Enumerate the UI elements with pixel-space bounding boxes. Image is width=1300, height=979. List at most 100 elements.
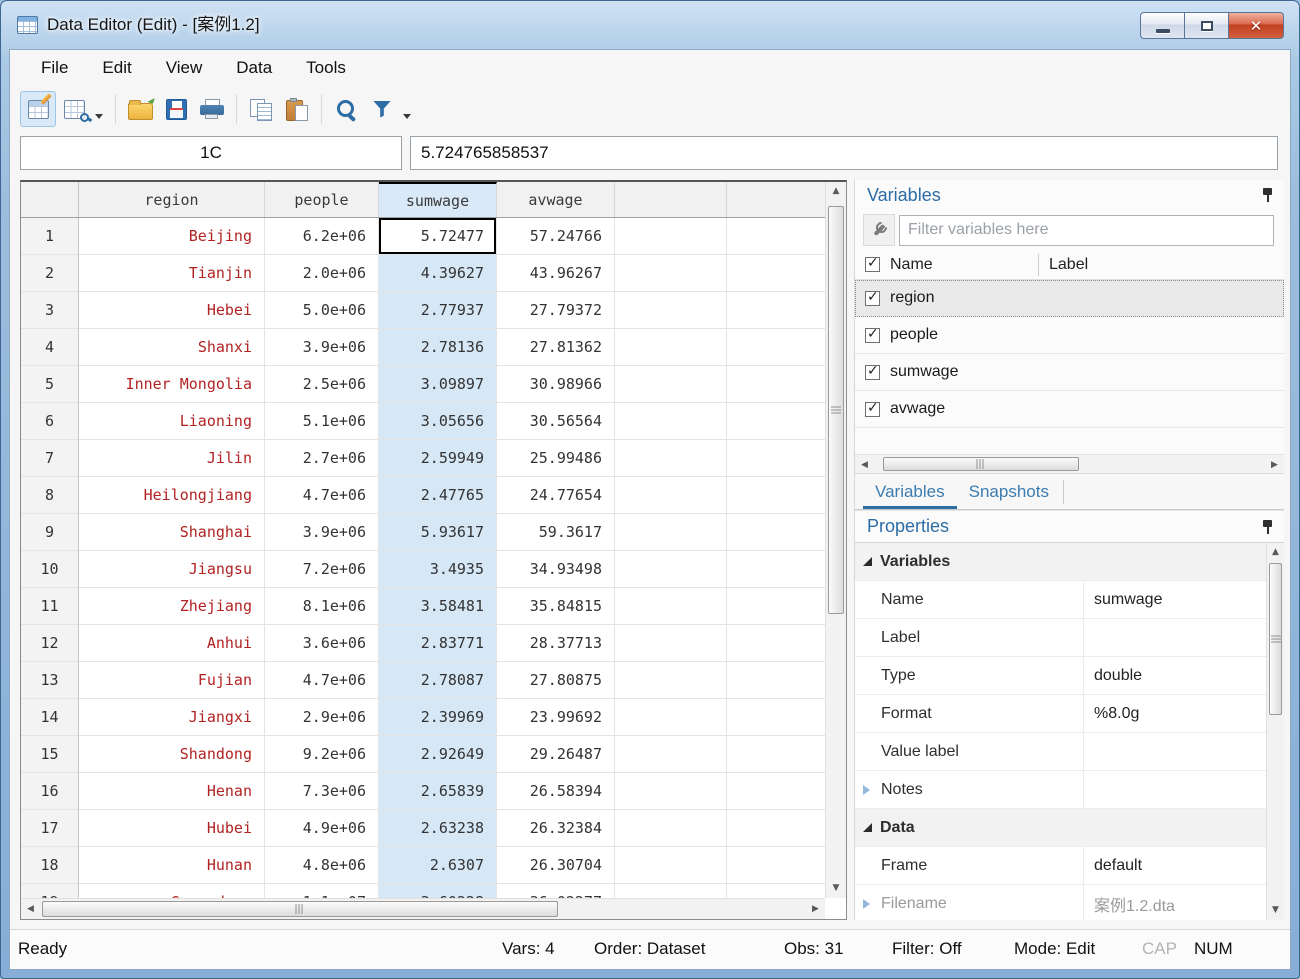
scroll-down-icon[interactable]: ▼ xyxy=(1267,901,1284,920)
cell-people[interactable]: 5.1e+06 xyxy=(265,403,379,440)
row-number-cell[interactable]: 10 xyxy=(21,551,79,588)
expand-triangle-icon[interactable] xyxy=(863,785,870,795)
cell-empty[interactable] xyxy=(615,847,727,884)
menu-item[interactable]: View xyxy=(153,54,216,82)
cell-empty[interactable] xyxy=(615,329,727,366)
variable-tools-button[interactable] xyxy=(863,214,895,246)
cell-people[interactable]: 4.9e+06 xyxy=(265,810,379,847)
row-number-cell[interactable]: 1 xyxy=(21,218,79,255)
save-button[interactable] xyxy=(158,91,194,127)
open-button[interactable] xyxy=(122,91,158,127)
cell-people[interactable]: 2.0e+06 xyxy=(265,255,379,292)
cell-empty[interactable] xyxy=(727,847,825,884)
row-number-cell[interactable]: 5 xyxy=(21,366,79,403)
cell-people[interactable]: 4.8e+06 xyxy=(265,847,379,884)
cell-sumwage[interactable]: 2.6307 xyxy=(379,847,497,884)
cell-empty[interactable] xyxy=(727,625,825,662)
row-number-cell[interactable]: 8 xyxy=(21,477,79,514)
variables-horizontal-scrollbar[interactable]: ◀ ▶ xyxy=(855,454,1284,474)
cell-empty[interactable] xyxy=(727,773,825,810)
cell-sumwage[interactable]: 3.09897 xyxy=(379,366,497,403)
row-number-cell[interactable]: 4 xyxy=(21,329,79,366)
cell-people[interactable]: 3.9e+06 xyxy=(265,329,379,366)
cell-empty[interactable] xyxy=(615,403,727,440)
cell-empty[interactable] xyxy=(727,440,825,477)
scroll-up-icon[interactable]: ▲ xyxy=(826,182,846,201)
minimize-button[interactable] xyxy=(1140,12,1184,39)
row-number-cell[interactable]: 17 xyxy=(21,810,79,847)
row-number-cell[interactable]: 7 xyxy=(21,440,79,477)
variable-checkbox[interactable] xyxy=(865,402,880,417)
cell-avwage[interactable]: 27.80875 xyxy=(497,662,615,699)
row-number-cell[interactable]: 12 xyxy=(21,625,79,662)
tab-variables[interactable]: Variables xyxy=(863,476,957,509)
cell-avwage[interactable]: 36.02277 xyxy=(497,884,615,898)
cell-empty[interactable] xyxy=(615,551,727,588)
row-number-cell[interactable]: 3 xyxy=(21,292,79,329)
cell-region[interactable]: Liaoning xyxy=(79,403,265,440)
cell-empty[interactable] xyxy=(615,255,727,292)
pin-icon[interactable] xyxy=(1261,519,1274,535)
cell-value-box[interactable]: 5.724765858537 xyxy=(410,136,1278,170)
cell-sumwage[interactable]: 3.05656 xyxy=(379,403,497,440)
cell-region[interactable]: Shanxi xyxy=(79,329,265,366)
column-divider[interactable] xyxy=(1038,254,1039,276)
scroll-right-icon[interactable]: ▶ xyxy=(806,899,825,919)
cell-avwage[interactable]: 35.84815 xyxy=(497,588,615,625)
cell-sumwage[interactable]: 3.58481 xyxy=(379,588,497,625)
cell-avwage[interactable]: 27.79372 xyxy=(497,292,615,329)
variable-list-item[interactable]: people xyxy=(855,317,1284,354)
tab-snapshots[interactable]: Snapshots xyxy=(957,476,1061,509)
cell-region[interactable]: Jiangsu xyxy=(79,551,265,588)
cell-empty[interactable] xyxy=(727,514,825,551)
row-number-cell[interactable]: 19 xyxy=(21,884,79,898)
cell-people[interactable]: 2.9e+06 xyxy=(265,699,379,736)
corner-header-cell[interactable] xyxy=(21,182,79,217)
filter-dropdown-icon[interactable] xyxy=(403,114,411,119)
cell-avwage[interactable]: 24.77654 xyxy=(497,477,615,514)
print-button[interactable] xyxy=(194,91,230,127)
cell-avwage[interactable]: 57.24766 xyxy=(497,218,615,255)
cell-people[interactable]: 3.9e+06 xyxy=(265,514,379,551)
cell-region[interactable]: Inner Mongolia xyxy=(79,366,265,403)
cell-empty[interactable] xyxy=(727,218,825,255)
cell-sumwage[interactable]: 2.83771 xyxy=(379,625,497,662)
cell-people[interactable]: 1.1e+07 xyxy=(265,884,379,898)
cell-empty[interactable] xyxy=(615,884,727,898)
properties-section-variables[interactable]: Variables xyxy=(855,543,1266,581)
label-column-header[interactable]: Label xyxy=(1049,256,1088,274)
cell-empty[interactable] xyxy=(727,477,825,514)
cell-people[interactable]: 4.7e+06 xyxy=(265,662,379,699)
title-bar[interactable]: Data Editor (Edit) - [案例1.2] ✕ xyxy=(1,1,1299,49)
scroll-up-icon[interactable]: ▲ xyxy=(1267,543,1284,562)
horizontal-scroll-thumb[interactable] xyxy=(42,901,558,917)
column-header-sumwage[interactable]: sumwage xyxy=(379,182,497,217)
cell-region[interactable]: Hubei xyxy=(79,810,265,847)
cell-reference-box[interactable]: 1C xyxy=(20,136,402,170)
cell-empty[interactable] xyxy=(615,218,727,255)
data-editor-edit-button[interactable] xyxy=(20,91,56,127)
cell-sumwage[interactable]: 2.65839 xyxy=(379,773,497,810)
cell-region[interactable]: Guangdong xyxy=(79,884,265,898)
cell-sumwage[interactable]: 3.60228 xyxy=(379,884,497,898)
table-horizontal-scrollbar[interactable]: ◀ ▶ xyxy=(21,898,825,919)
cell-people[interactable]: 5.0e+06 xyxy=(265,292,379,329)
cell-region[interactable]: Hunan xyxy=(79,847,265,884)
row-number-cell[interactable]: 13 xyxy=(21,662,79,699)
cell-region[interactable]: Jilin xyxy=(79,440,265,477)
row-number-cell[interactable]: 9 xyxy=(21,514,79,551)
cell-empty[interactable] xyxy=(727,736,825,773)
scroll-left-icon[interactable]: ◀ xyxy=(855,455,874,473)
cell-empty[interactable] xyxy=(615,292,727,329)
variable-checkbox[interactable] xyxy=(865,328,880,343)
cell-empty[interactable] xyxy=(615,514,727,551)
cell-avwage[interactable]: 25.99486 xyxy=(497,440,615,477)
cell-avwage[interactable]: 28.37713 xyxy=(497,625,615,662)
cell-empty[interactable] xyxy=(727,255,825,292)
cell-empty[interactable] xyxy=(727,699,825,736)
cell-empty[interactable] xyxy=(615,736,727,773)
pin-icon[interactable] xyxy=(1261,187,1274,203)
cell-empty[interactable] xyxy=(615,699,727,736)
menu-item[interactable]: File xyxy=(28,54,81,82)
cell-region[interactable]: Jiangxi xyxy=(79,699,265,736)
